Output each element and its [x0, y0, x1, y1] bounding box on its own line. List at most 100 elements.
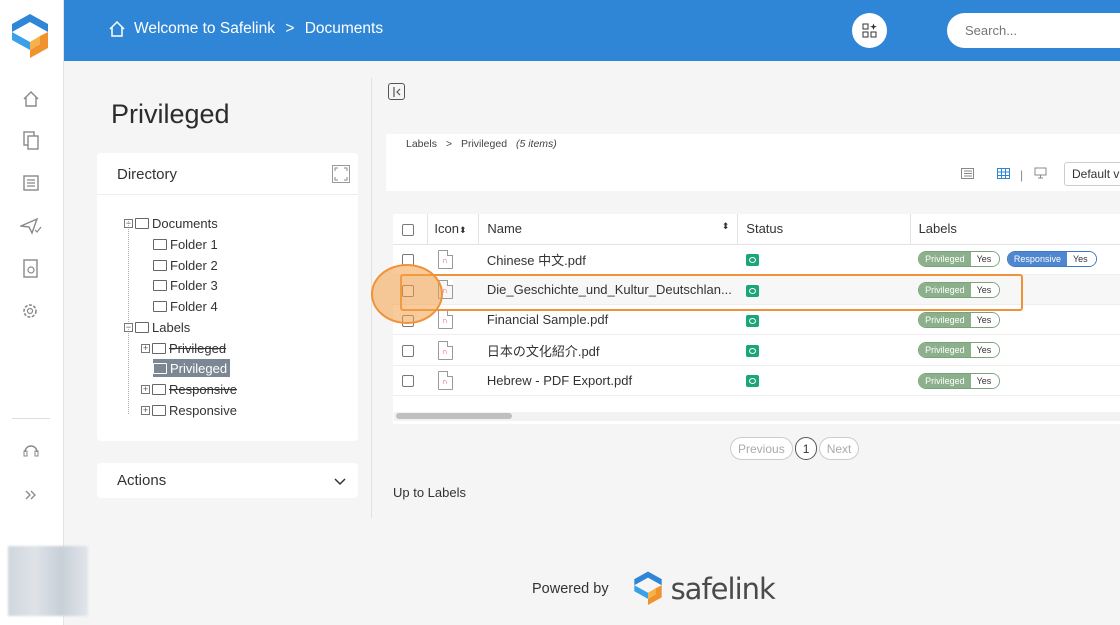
folder-icon — [152, 342, 166, 354]
file-name[interactable]: Chinese 中文.pdf — [478, 244, 738, 275]
footer: Powered by safelink — [532, 570, 776, 608]
folder-icon — [153, 362, 167, 374]
pagination: Previous 1 Next — [730, 437, 860, 460]
file-name[interactable]: 日本の文化紹介.pdf — [478, 334, 738, 366]
send-icon[interactable] — [20, 215, 42, 237]
powered-by-text: Powered by — [532, 581, 609, 597]
breadcrumb-current[interactable]: Documents — [305, 20, 383, 37]
pdf-file-icon — [437, 370, 453, 390]
previous-page-button[interactable]: Previous — [730, 437, 793, 460]
folder-icon — [153, 279, 167, 291]
select-all-cell — [393, 214, 429, 245]
collapse-icon[interactable]: − — [124, 218, 133, 228]
tree-item-responsive-struck[interactable]: + Responsive — [141, 380, 237, 398]
column-name[interactable]: Name ⬍ — [478, 214, 739, 245]
folder-icon — [135, 217, 149, 229]
pdf-file-icon — [437, 310, 453, 330]
documents-icon[interactable] — [20, 130, 42, 152]
table-header-row: Icon⬍ Name ⬍ Status Labels — [393, 214, 1120, 245]
pdf-file-icon — [437, 249, 453, 269]
label-badge: Privileged Yes — [918, 372, 1001, 389]
actions-panel[interactable]: Actions — [97, 463, 358, 498]
chevron-down-icon[interactable] — [334, 473, 346, 491]
label-badge: Privileged Yes — [918, 342, 1001, 359]
table-row[interactable]: Hebrew - PDF Export.pdf PrivilegedYes — [393, 365, 1120, 396]
crumb-labels[interactable]: Labels — [406, 138, 437, 150]
folder-icon — [153, 300, 167, 312]
records-icon[interactable] — [20, 172, 42, 194]
view-select[interactable]: Default vi — [1064, 162, 1120, 186]
up-to-labels-link[interactable]: Up to Labels — [393, 485, 466, 500]
home-breadcrumb-icon[interactable] — [108, 20, 126, 43]
settings-icon[interactable] — [20, 300, 42, 322]
tree-item-folder-3[interactable]: Folder 3 — [153, 276, 218, 294]
column-icon[interactable]: Icon⬍ — [427, 214, 480, 245]
tree-item-privileged-selected[interactable]: Privileged — [153, 359, 231, 377]
file-name[interactable]: Hebrew - PDF Export.pdf — [478, 365, 738, 396]
item-count: (5 items) — [515, 138, 557, 150]
expand-rail-icon[interactable] — [20, 484, 42, 506]
tree-item-privileged-struck[interactable]: + Privileged — [141, 339, 226, 357]
actions-title: Actions — [117, 472, 167, 489]
safelink-logo — [633, 571, 662, 605]
label-badge: Privileged Yes — [918, 251, 1001, 268]
toolbar-card: Labels > Privileged (5 items) | Default … — [386, 134, 1120, 191]
directory-header: Directory — [97, 153, 358, 195]
next-page-button[interactable]: Next — [818, 437, 860, 460]
rail-divider — [12, 418, 50, 419]
table-row[interactable]: Chinese 中文.pdf PrivilegedYes ResponsiveY… — [393, 244, 1120, 275]
breadcrumb-separator: > — [285, 20, 295, 37]
expand-node-icon[interactable]: + — [141, 405, 150, 415]
list-view-icon[interactable] — [958, 167, 976, 182]
search-input[interactable] — [947, 13, 1120, 48]
collapse-panel-icon[interactable] — [388, 83, 405, 100]
column-labels[interactable]: Labels — [910, 214, 1120, 245]
row-checkbox[interactable] — [402, 375, 414, 388]
row-highlight — [400, 274, 1023, 311]
tree-item-folder-2[interactable]: Folder 2 — [153, 256, 218, 274]
apps-star-icon — [862, 23, 877, 37]
safelink-logo[interactable] — [8, 12, 52, 62]
brand-wordmark: safelink — [670, 572, 776, 606]
view-separator: | — [1020, 167, 1024, 182]
expand-node-icon[interactable]: + — [141, 384, 150, 394]
folder-icon — [152, 383, 166, 395]
breadcrumb-root[interactable]: Welcome to Safelink — [134, 20, 275, 37]
folder-icon — [153, 259, 167, 271]
sort-icon: ⬍ — [721, 221, 730, 232]
expand-icon[interactable] — [332, 165, 350, 183]
tree-item-labels[interactable]: − Labels — [124, 318, 190, 336]
row-checkbox[interactable] — [402, 345, 414, 358]
folder-icon — [152, 404, 166, 416]
select-all-checkbox[interactable] — [402, 223, 414, 236]
table-row[interactable]: 日本の文化紹介.pdf PrivilegedYes — [393, 334, 1120, 366]
avatar[interactable] — [8, 546, 88, 616]
report-search-icon[interactable] — [20, 258, 42, 280]
visible-status-icon — [745, 314, 759, 327]
folder-breadcrumb: Labels > Privileged (5 items) — [406, 138, 557, 150]
label-badge: Responsive Yes — [1006, 251, 1097, 268]
top-bar: Welcome to Safelink > Documents — [64, 0, 1120, 61]
support-icon[interactable] — [20, 440, 42, 462]
preview-icon[interactable] — [1031, 167, 1049, 182]
documents-table: Icon⬍ Name ⬍ Status Labels Chinese 中文.pd… — [393, 214, 1120, 424]
home-icon[interactable] — [20, 88, 42, 110]
expand-node-icon[interactable]: + — [141, 343, 150, 353]
apps-button[interactable] — [852, 13, 887, 48]
page-title: Privileged — [111, 99, 230, 129]
breadcrumb: Welcome to Safelink > Documents — [134, 20, 389, 38]
grid-view-icon[interactable] — [994, 167, 1012, 182]
tree-item-folder-4[interactable]: Folder 4 — [153, 297, 218, 315]
tree-item-responsive[interactable]: + Responsive — [141, 401, 237, 419]
collapse-icon[interactable]: − — [124, 322, 133, 332]
page-1-button[interactable]: 1 — [794, 437, 817, 460]
tree-item-documents[interactable]: − Documents — [124, 214, 218, 232]
crumb-privileged[interactable]: Privileged — [461, 138, 507, 150]
tree-item-folder-1[interactable]: Folder 1 — [153, 235, 218, 253]
column-status[interactable]: Status — [737, 214, 911, 245]
visible-status-icon — [745, 254, 759, 267]
scrollbar-thumb[interactable] — [396, 413, 512, 419]
label-badge: Privileged Yes — [918, 312, 1001, 329]
sort-icon: ⬍ — [459, 225, 467, 236]
pdf-file-icon — [437, 340, 453, 360]
